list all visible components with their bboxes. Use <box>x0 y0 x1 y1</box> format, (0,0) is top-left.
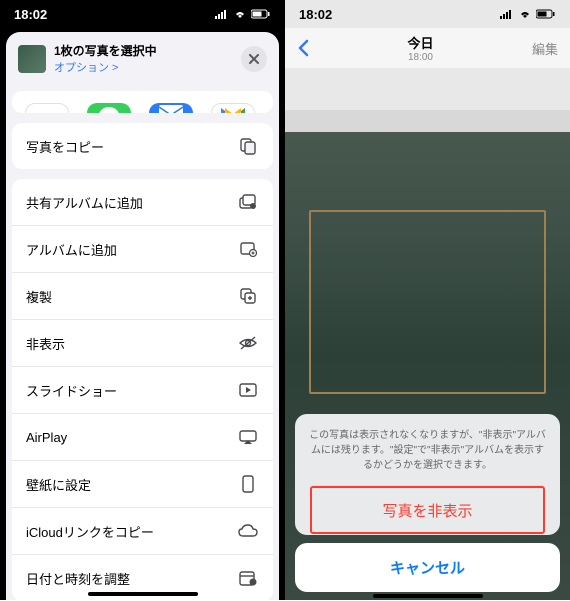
gmail-icon <box>211 103 255 113</box>
action-label: 共有アルバムに追加 <box>26 193 143 212</box>
action-add-album[interactable]: アルバムに追加 <box>12 226 273 273</box>
action-sheet: この写真は表示されなくなりますが、"非表示"アルバムには残ります。"設定"で"非… <box>295 414 560 592</box>
hide-icon <box>237 332 259 354</box>
wifi-icon <box>518 9 532 19</box>
airdrop-icon <box>25 103 69 113</box>
phone-share-sheet: 18:02 1枚の写真を選択中 オプション > AirDrop <box>0 0 285 600</box>
status-indicators <box>215 9 271 19</box>
nav-date: 今日 <box>407 33 433 52</box>
share-options-link[interactable]: オプション > <box>54 59 233 75</box>
home-indicator[interactable] <box>373 594 483 598</box>
action-group-1: 写真をコピー <box>12 123 273 169</box>
action-label: 複製 <box>26 287 52 306</box>
duplicate-icon <box>237 285 259 307</box>
close-button[interactable] <box>241 46 267 72</box>
back-button[interactable] <box>297 39 309 57</box>
action-slideshow[interactable]: スライドショー <box>12 367 273 414</box>
action-label: アルバムに追加 <box>26 240 117 259</box>
alert-message: この写真は表示されなくなりますが、"非表示"アルバムには残ります。"設定"で"非… <box>309 428 546 485</box>
share-apps-row[interactable]: AirDrop メッセージ メール Gmail <box>12 91 273 113</box>
action-label: 日付と時刻を調整 <box>26 569 130 588</box>
status-time: 18:02 <box>14 7 47 22</box>
messages-icon <box>87 103 131 113</box>
nav-time: 18:00 <box>407 52 433 63</box>
action-copy-photo[interactable]: 写真をコピー <box>12 123 273 169</box>
action-label: 写真をコピー <box>26 137 104 156</box>
mail-icon <box>149 103 193 113</box>
hide-photo-button[interactable]: 写真を非表示 <box>309 485 546 535</box>
action-wallpaper[interactable]: 壁紙に設定 <box>12 461 273 508</box>
status-indicators <box>500 9 556 19</box>
status-bar: 18:02 <box>0 0 285 28</box>
share-title-block: 1枚の写真を選択中 オプション > <box>54 42 233 75</box>
battery-icon <box>251 9 271 19</box>
share-title: 1枚の写真を選択中 <box>54 42 233 59</box>
cellular-icon <box>215 9 229 19</box>
close-icon <box>249 54 259 64</box>
wifi-icon <box>233 9 247 19</box>
status-bar: 18:02 <box>285 0 570 28</box>
copy-icon <box>237 135 259 157</box>
cellular-icon <box>500 9 514 19</box>
action-group-2: 共有アルバムに追加 アルバムに追加 複製 非表示 スライドショー AirPlay <box>12 179 273 601</box>
action-label: AirPlay <box>26 430 67 445</box>
slideshow-icon <box>237 379 259 401</box>
photo-thumbnail[interactable] <box>18 45 46 73</box>
action-hide[interactable]: 非表示 <box>12 320 273 367</box>
cancel-button[interactable]: キャンセル <box>295 543 560 592</box>
album-add-icon <box>237 238 259 260</box>
action-label: 壁紙に設定 <box>26 475 91 494</box>
chevron-left-icon <box>297 39 309 57</box>
alert-box: この写真は表示されなくなりますが、"非表示"アルバムには残ります。"設定"で"非… <box>295 414 560 535</box>
home-indicator[interactable] <box>88 592 198 596</box>
action-icloud-link[interactable]: iCloudリンクをコピー <box>12 508 273 555</box>
action-airplay[interactable]: AirPlay <box>12 414 273 461</box>
action-label: iCloudリンクをコピー <box>26 522 154 541</box>
shared-album-icon <box>237 191 259 213</box>
edit-button[interactable]: 編集 <box>532 39 558 58</box>
calendar-icon <box>237 567 259 589</box>
nav-title: 今日 18:00 <box>407 33 433 63</box>
icloud-link-icon <box>237 520 259 542</box>
nav-bar: 今日 18:00 編集 <box>285 28 570 68</box>
action-label: スライドショー <box>26 381 117 400</box>
action-duplicate[interactable]: 複製 <box>12 273 273 320</box>
share-sheet: 1枚の写真を選択中 オプション > AirDrop メッセージ <box>6 32 279 600</box>
action-label: 非表示 <box>26 334 65 353</box>
airplay-icon <box>237 426 259 448</box>
phone-hide-confirm: 18:02 今日 18:00 編集 この写真は表示されなくなりますが、"非表示"… <box>285 0 570 600</box>
battery-icon <box>536 9 556 19</box>
status-time: 18:02 <box>299 7 332 22</box>
share-header: 1枚の写真を選択中 オプション > <box>6 32 279 83</box>
wallpaper-icon <box>237 473 259 495</box>
action-add-shared-album[interactable]: 共有アルバムに追加 <box>12 179 273 226</box>
